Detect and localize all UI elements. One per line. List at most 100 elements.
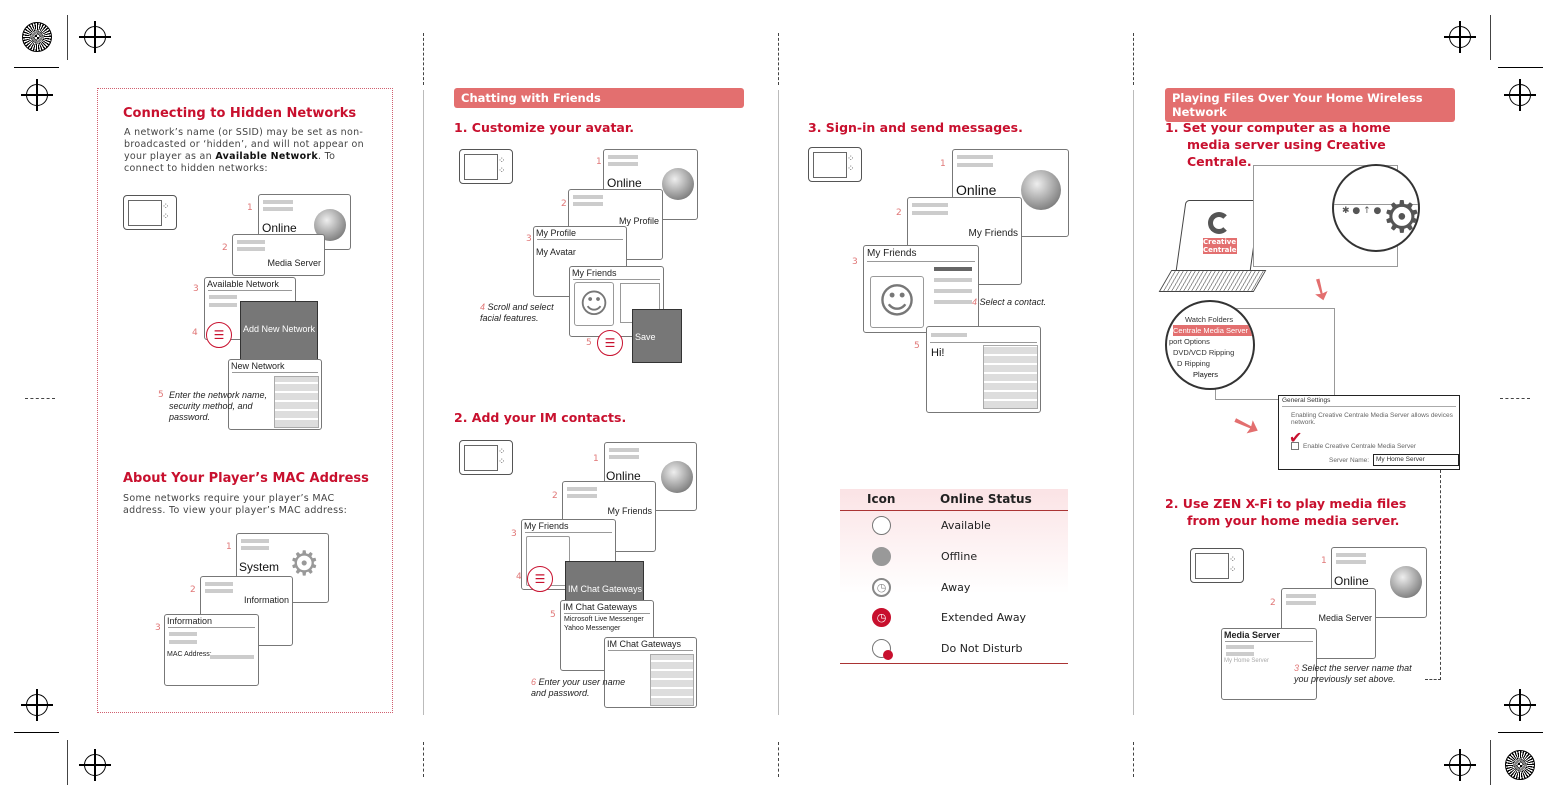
step-number: 2	[1270, 598, 1276, 608]
options-button-icon: ☰	[527, 566, 553, 592]
away-icon: ◷	[872, 578, 891, 597]
step-number: 2	[190, 585, 196, 595]
crosshair-mark	[79, 21, 111, 53]
step-number: 1	[940, 159, 946, 169]
step-number: 1	[596, 157, 602, 167]
arrow-icon: ➘	[1300, 268, 1341, 311]
step-number: 2	[561, 199, 567, 209]
screen-contact-list: My Friends ☺	[863, 245, 979, 333]
fold-mark	[423, 742, 424, 777]
step-note: 4 Scroll and select facial features.	[480, 302, 554, 323]
step-number: 3	[511, 529, 517, 539]
column-header: Online Status	[940, 492, 1032, 506]
step-note: 3 Select the server name that you previo…	[1294, 663, 1412, 684]
step-number: 2	[552, 491, 558, 501]
section-title: About Your Player’s MAC Address	[123, 471, 369, 486]
player-device-icon	[459, 440, 513, 475]
globe-icon	[1390, 566, 1422, 598]
zoom-circle-toolbar: ⚙ ✱ ● ↑ ●	[1332, 164, 1420, 252]
fold-mark	[778, 33, 779, 85]
step-heading: 3. Sign-in and send messages.	[808, 120, 1023, 135]
avatar-face-icon: ☺	[574, 282, 614, 326]
player-device-icon	[123, 195, 177, 230]
table-header: Icon Online Status	[840, 489, 1068, 511]
step-number: 5	[158, 390, 164, 400]
crosshair-mark	[1444, 21, 1476, 53]
avatar-face-icon: ☺	[870, 276, 924, 328]
offline-icon	[872, 547, 891, 566]
step-number: 3	[155, 623, 161, 633]
step-number: 1	[1321, 556, 1327, 566]
step-number: 5	[914, 341, 920, 351]
save-menu: Save	[632, 309, 682, 363]
section-text: Some networks require your player’s MAC …	[123, 493, 348, 516]
globe-icon	[661, 461, 693, 493]
section-header: Playing Files Over Your Home Wireless Ne…	[1165, 88, 1455, 122]
fold-mark	[25, 398, 55, 399]
crop-line	[1490, 740, 1491, 785]
fold-mark	[1500, 398, 1530, 399]
section-title: Connecting to Hidden Networks	[123, 106, 357, 121]
add-new-network-menu: Add New Network	[240, 301, 318, 361]
settings-gear-icon: ⚙	[1382, 192, 1420, 243]
step-heading: 2. Add your IM contacts.	[454, 410, 627, 425]
step-number: 1	[226, 542, 232, 552]
crosshair-mark	[1444, 749, 1476, 781]
step-number: 5	[550, 610, 556, 620]
menu-item: D Ripping	[1177, 359, 1210, 368]
arrow-icon: ➘	[1226, 401, 1267, 449]
step-note: 4 Select a contact.	[972, 297, 1047, 307]
crop-line	[1498, 732, 1543, 733]
keyboard-icon	[650, 654, 694, 706]
crosshair-mark	[1504, 689, 1536, 721]
panel-divider	[1133, 90, 1134, 715]
menu-item-selected: Centrale Media Server	[1173, 325, 1253, 336]
registration-mark	[1505, 750, 1535, 780]
general-settings-dialog: General Settings Enabling Creative Centr…	[1278, 395, 1460, 470]
table-row: Available	[840, 511, 1068, 542]
screen-mac-address: Information MAC Address:	[164, 614, 259, 686]
keyboard-icon	[274, 376, 319, 428]
dashed-connector	[1425, 470, 1441, 680]
options-button-icon: ☰	[206, 322, 232, 348]
step-note: Enter the network name, security method,…	[169, 390, 268, 422]
step-number: 5	[586, 338, 592, 348]
section-header: Chatting with Friends	[454, 88, 744, 108]
menu-item: DVD/VCD Ripping	[1173, 348, 1235, 357]
player-device-icon	[1190, 548, 1244, 583]
section-text: A network’s name (or SSID) may be set as…	[124, 127, 364, 174]
fold-mark	[1133, 742, 1134, 777]
creative-centrale-logo	[1208, 212, 1230, 234]
panel-divider	[778, 90, 779, 715]
registration-mark	[22, 22, 52, 52]
step-heading: 2. Use ZEN X-Fi to play media files from…	[1165, 496, 1407, 528]
laptop-keyboard	[1158, 270, 1267, 292]
options-button-icon: ☰	[597, 330, 623, 356]
step-number: 1	[593, 454, 599, 464]
step-note: 6 Enter your user name and password.	[531, 677, 626, 698]
do-not-disturb-icon	[872, 639, 893, 660]
table-row: ◷ Away	[840, 573, 1068, 604]
fold-mark	[778, 742, 779, 777]
step-number: 2	[222, 243, 228, 253]
keyboard-icon	[983, 345, 1038, 409]
crop-line	[67, 15, 68, 60]
fold-mark	[423, 33, 424, 85]
screen-media-server: Media Server	[232, 234, 325, 276]
player-device-icon	[808, 147, 862, 182]
step-number: 1	[247, 203, 253, 213]
globe-icon	[662, 168, 694, 200]
globe-icon	[1021, 170, 1061, 210]
online-status-table: Icon Online Status Available Offline ◷ Aw…	[840, 489, 1068, 664]
player-device-icon	[459, 149, 513, 184]
gear-icon: ⚙	[289, 544, 320, 584]
step-number: 2	[896, 208, 902, 218]
zoom-circle-menu: Watch Folders Centrale Media Server port…	[1165, 300, 1255, 390]
crop-line	[67, 740, 68, 785]
server-name-input[interactable]: My Home Server	[1373, 454, 1459, 466]
column-header: Icon	[867, 492, 896, 506]
crop-line	[1498, 67, 1543, 68]
screen-message: Hi!	[926, 326, 1041, 413]
crosshair-mark	[1504, 79, 1536, 111]
table-row: Do Not Disturb	[840, 634, 1068, 665]
